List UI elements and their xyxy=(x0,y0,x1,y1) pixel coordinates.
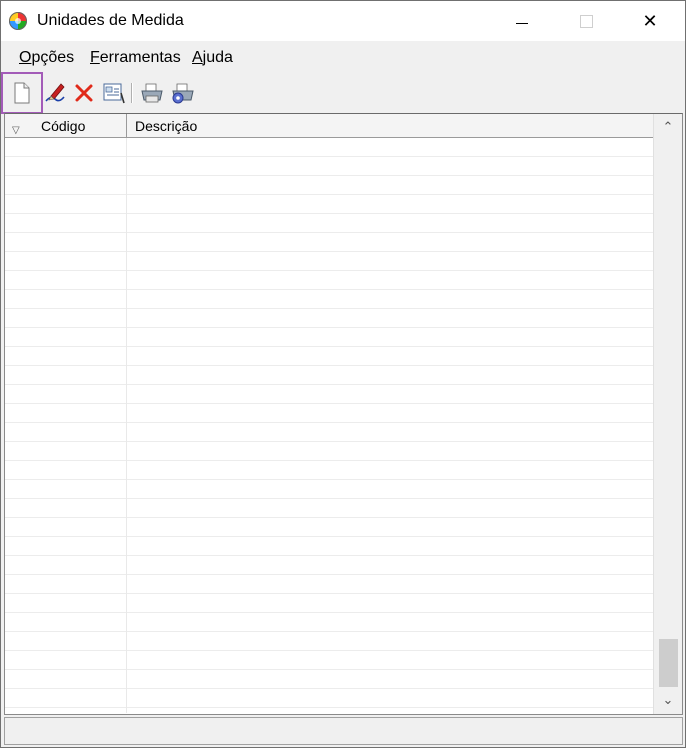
delete-button[interactable] xyxy=(70,78,98,108)
close-button[interactable]: ✕ xyxy=(627,1,673,41)
title-bar[interactable]: Unidades de Medida ✕ xyxy=(1,1,685,41)
chevron-up-icon: ⌃ xyxy=(662,119,674,134)
menu-ajuda[interactable]: Ajuda xyxy=(192,49,233,67)
print-setup-button[interactable] xyxy=(168,78,196,108)
vertical-scrollbar[interactable]: ⌃ ⌄ xyxy=(653,114,682,714)
grid-header: ▽ Código Descrição xyxy=(5,114,653,138)
new-button[interactable] xyxy=(1,72,43,114)
menu-ferramentas-accel: F xyxy=(90,49,100,66)
menu-opcoes-accel: O xyxy=(19,49,32,66)
menu-opcoes[interactable]: Opções xyxy=(19,49,74,67)
maximize-button[interactable] xyxy=(563,1,609,41)
column-header-codigo[interactable]: ▽ Código xyxy=(5,114,127,137)
minimize-button[interactable] xyxy=(499,1,545,41)
print-icon xyxy=(141,83,163,103)
scroll-down-button[interactable]: ⌄ xyxy=(654,689,682,711)
grid-body[interactable] xyxy=(5,138,653,713)
window-title: Unidades de Medida xyxy=(37,12,184,29)
menu-ajuda-label: juda xyxy=(202,49,233,66)
column-descricao-label: Descrição xyxy=(135,118,198,134)
maximize-icon xyxy=(579,14,593,28)
main-window: Unidades de Medida ✕ Opções Ferramentas … xyxy=(0,0,686,748)
minimize-icon xyxy=(516,22,528,24)
toolbar-separator xyxy=(131,83,133,103)
units-grid[interactable]: ▽ Código Descrição ⌃ ⌄ xyxy=(4,113,683,715)
menu-ferramentas[interactable]: Ferramentas xyxy=(90,49,181,67)
status-bar xyxy=(4,717,683,745)
menu-ajuda-accel: A xyxy=(192,49,203,66)
scroll-up-button[interactable]: ⌃ xyxy=(654,116,682,138)
app-globe-icon xyxy=(9,12,27,30)
column-header-descricao[interactable]: Descrição xyxy=(127,114,653,137)
edit-button[interactable] xyxy=(41,78,69,108)
scroll-thumb[interactable] xyxy=(659,639,678,687)
menu-ferramentas-label: erramentas xyxy=(99,49,181,66)
new-document-icon xyxy=(14,82,30,104)
column-codigo-label: Código xyxy=(41,118,86,134)
edit-pencil-icon xyxy=(45,83,65,102)
search-icon xyxy=(103,83,125,104)
print-button[interactable] xyxy=(138,78,166,108)
delete-x-icon xyxy=(75,84,93,102)
menu-opcoes-label: pções xyxy=(31,49,75,66)
print-setup-icon xyxy=(172,83,194,104)
chevron-down-icon: ⌄ xyxy=(662,692,674,707)
close-icon: ✕ xyxy=(642,10,658,31)
toolbar xyxy=(1,72,685,114)
search-button[interactable] xyxy=(100,78,128,108)
menu-bar: Opções Ferramentas Ajuda xyxy=(1,41,685,73)
